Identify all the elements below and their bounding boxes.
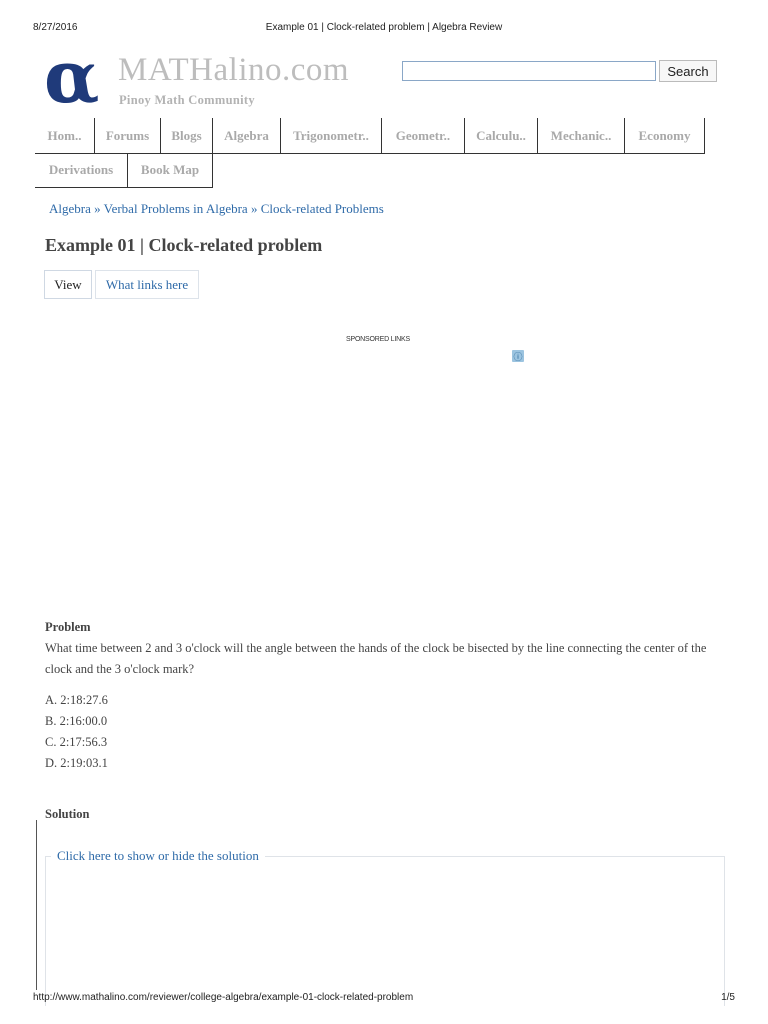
print-header: 8/27/2016 Example 01 | Clock-related pro… [0,0,768,40]
breadcrumb: Algebra » Verbal Problems in Algebra » C… [49,201,384,217]
solution-heading: Solution [45,807,90,821]
logo-glyph: α [44,50,99,110]
nav-item-geometry[interactable]: Geometr.. [382,118,465,153]
sponsored-links-label: SPONSORED LINKS [346,336,410,343]
tab-what-links-here[interactable]: What links here [95,270,199,299]
nav-item-calculus[interactable]: Calculu.. [465,118,538,153]
site-tagline: Pinoy Math Community [119,93,255,107]
search-input[interactable] [402,61,656,81]
nav-item-algebra[interactable]: Algebra [213,118,281,153]
breadcrumb-item-verbal-problems[interactable]: Verbal Problems in Algebra [104,201,248,216]
tab-view[interactable]: View [44,270,92,299]
solution-toggle-link[interactable]: Click here to show or hide the solution [51,848,265,864]
print-url: http://www.mathalino.com/reviewer/colleg… [33,992,414,1003]
print-page-title: Example 01 | Clock-related problem | Alg… [265,22,503,33]
nav-item-book-map[interactable]: Book Map [128,153,213,188]
main-nav-row2: Derivations Book Map [35,153,213,188]
choice-c: C. 2:17:56.3 [45,735,108,749]
site-logo-alpha-icon[interactable]: α [42,50,122,110]
nav-item-mechanics[interactable]: Mechanic.. [538,118,625,153]
print-page-number: 1/5 [721,992,735,1003]
choice-a: A. 2:18:27.6 [45,693,108,707]
solution-fieldset [45,856,725,1006]
main-nav: Hom.. Forums Blogs Algebra Trigonometr..… [35,118,705,154]
breadcrumb-separator: » [94,201,101,216]
ad-info-icon[interactable]: ⓘ [512,350,524,363]
problem-heading: Problem [45,620,91,634]
search-button[interactable]: Search [659,60,717,82]
answer-choices: A. 2:18:27.6 B. 2:16:00.0 C. 2:17:56.3 D… [45,690,108,774]
problem-text: What time between 2 and 3 o'clock will t… [45,641,707,676]
page-title: Example 01 | Clock-related problem [45,235,323,255]
site-name[interactable]: MATHalino.com [118,52,349,89]
breadcrumb-item-clock-problems[interactable]: Clock-related Problems [261,201,384,216]
choice-b: B. 2:16:00.0 [45,714,108,728]
nav-item-forums[interactable]: Forums [95,118,161,153]
left-divider [36,820,37,990]
breadcrumb-separator: » [250,201,258,216]
nav-item-trigonometry[interactable]: Trigonometr.. [281,118,382,153]
print-footer: http://www.mathalino.com/reviewer/colleg… [0,992,768,1012]
choice-d: D. 2:19:03.1 [45,756,108,770]
nav-item-home[interactable]: Hom.. [35,118,95,153]
breadcrumb-item-algebra[interactable]: Algebra [49,201,91,216]
nav-item-derivations[interactable]: Derivations [35,153,128,188]
nav-item-economy[interactable]: Economy [625,118,705,153]
nav-item-blogs[interactable]: Blogs [161,118,213,153]
